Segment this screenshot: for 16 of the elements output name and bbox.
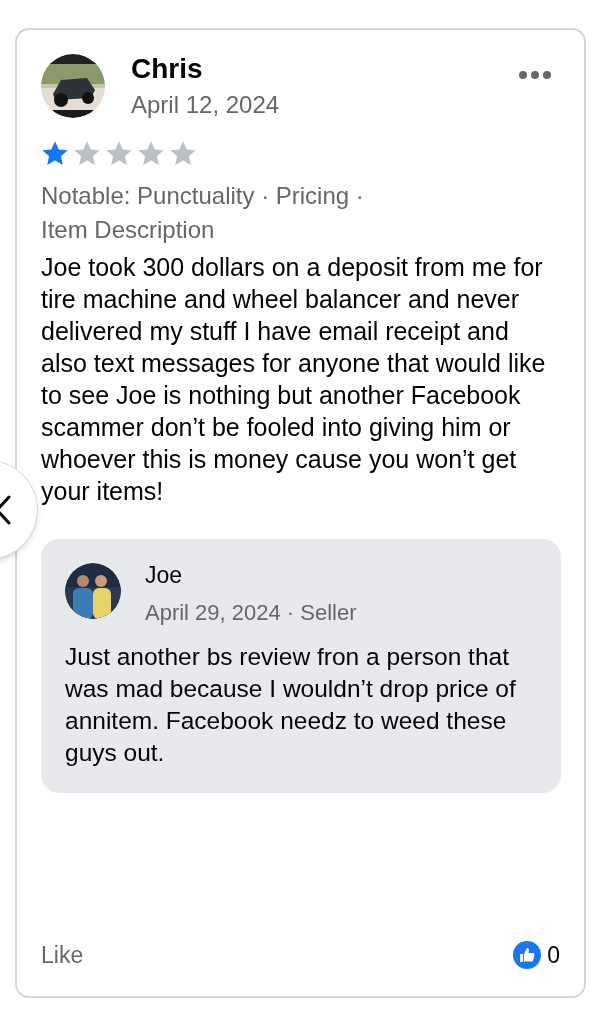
star-icon <box>105 140 133 167</box>
like-button[interactable]: Like <box>41 937 84 972</box>
star-icon <box>169 140 197 167</box>
reply-meta: April 29, 2024 · Seller <box>145 599 357 627</box>
star-icon <box>137 140 165 167</box>
star-icon <box>41 140 69 167</box>
reply-author[interactable]: Joe <box>145 559 357 591</box>
like-count: 0 <box>547 940 560 970</box>
star-icon <box>73 140 101 167</box>
reply-text: Just another bs review fron a person that was mad because I wouldn’t drop price of annitem. Facebook needz to weed these guys out. <box>65 642 517 768</box>
more-icon <box>518 70 552 80</box>
review-text: Joe took 300 dollars on a deposit from me for tire machine and wheel balancer and never delivered my stuff I have email receipt and also text messages for anyone that would like to see Joe is nothing but another Facebook scammer don’t be fooled into giving him or whoever this is money cause you won’t get your items! <box>41 252 547 507</box>
notable-tags: Notable: Punctuality · Pricing · Item Description <box>41 179 401 247</box>
reviewer-name[interactable]: Chris <box>131 52 280 86</box>
review-date: April 12, 2024 <box>131 90 280 120</box>
like-icon <box>513 940 542 969</box>
